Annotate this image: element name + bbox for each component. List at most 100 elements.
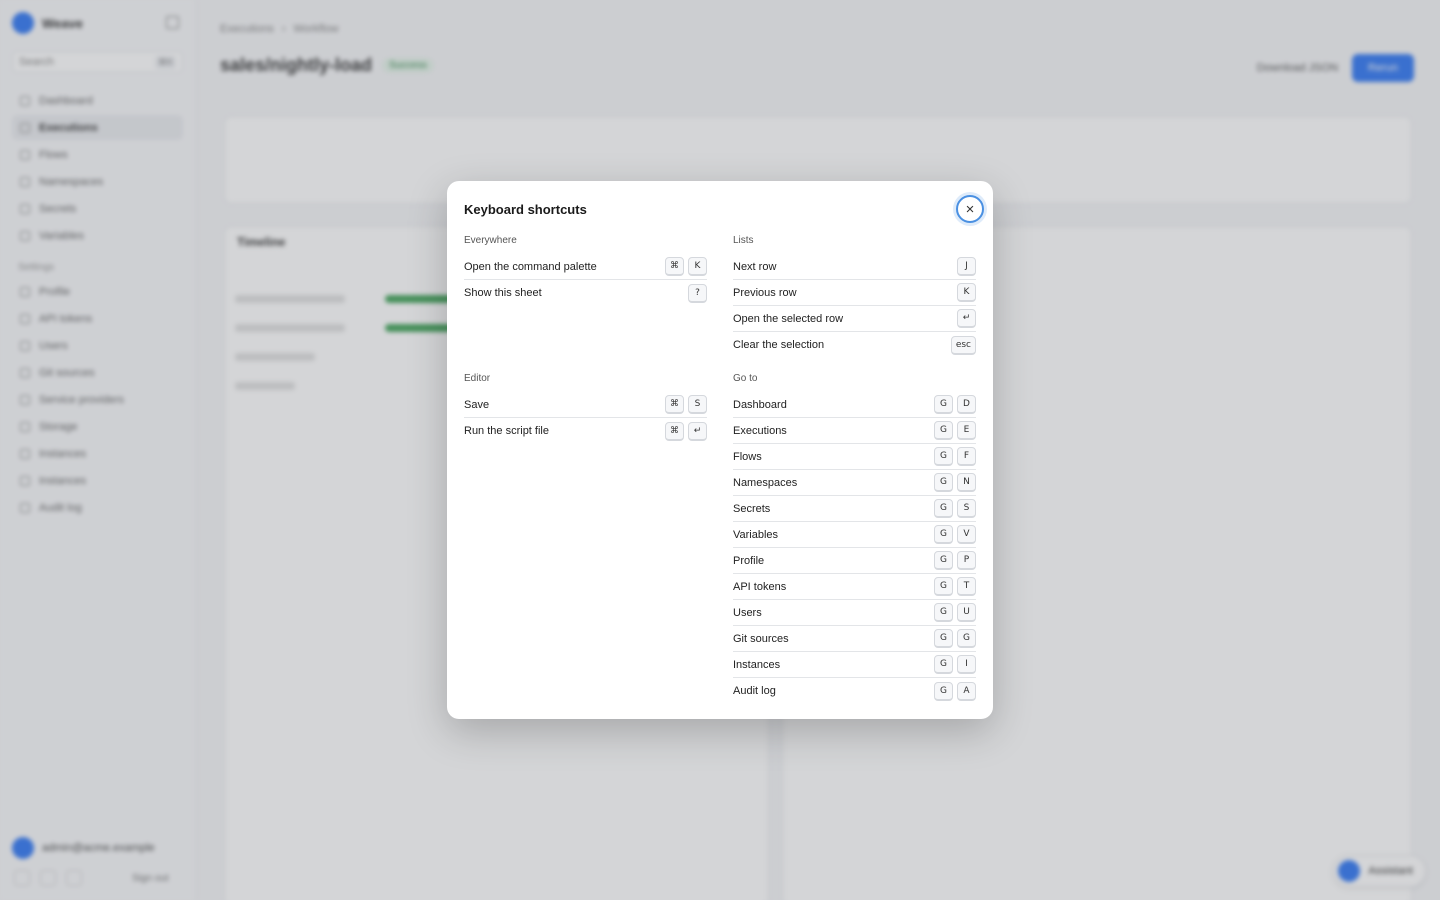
shortcut-row: Open the command palette ⌘ K bbox=[464, 254, 707, 280]
shortcut-group-lists: Lists Next row J Previous row K Open the s… bbox=[733, 235, 976, 358]
shortcut-keys: GF bbox=[934, 447, 976, 466]
group-title: Editor bbox=[464, 373, 491, 384]
key: U bbox=[957, 603, 976, 622]
group-title: Go to bbox=[733, 373, 758, 384]
escape-key: esc bbox=[950, 335, 976, 355]
shortcut-keys: GD bbox=[934, 395, 976, 414]
shortcut-row: Previous row K bbox=[733, 280, 976, 306]
shortcut-row: Executions G E bbox=[733, 418, 976, 444]
key: P bbox=[957, 551, 976, 570]
key: F bbox=[957, 447, 976, 466]
shortcut-keys: ⌘ S bbox=[665, 395, 707, 414]
shortcut-label: Secrets bbox=[733, 502, 771, 515]
shortcut-keys: GS bbox=[934, 499, 976, 518]
key: K bbox=[688, 257, 707, 276]
shortcut-label: Save bbox=[464, 398, 490, 411]
keyboard-shortcuts-dialog: Keyboard shortcuts × Everywhere Open the… bbox=[447, 181, 993, 719]
key: G bbox=[934, 499, 953, 518]
shortcut-label: Open the command palette bbox=[464, 260, 597, 273]
shortcut-row: Secrets G S bbox=[733, 496, 976, 522]
key: V bbox=[957, 525, 976, 544]
shortcut-label: API tokens bbox=[733, 580, 787, 593]
shortcut-row: Namespaces G N bbox=[733, 470, 976, 496]
key: E bbox=[957, 421, 976, 440]
shortcut-keys: ? bbox=[688, 283, 707, 303]
close-button[interactable]: × bbox=[956, 195, 984, 223]
key: G bbox=[934, 525, 953, 544]
dialog-title: Keyboard shortcuts bbox=[464, 202, 587, 217]
shortcut-label: Instances bbox=[733, 658, 781, 671]
shortcut-keys: K bbox=[957, 283, 976, 302]
key: S bbox=[688, 395, 707, 414]
shortcut-keys: GP bbox=[934, 551, 976, 570]
shortcut-row: Next row J bbox=[733, 254, 976, 280]
key: N bbox=[957, 473, 976, 492]
shortcut-label: Show this sheet bbox=[464, 287, 542, 299]
shortcut-label: Variables bbox=[733, 528, 779, 541]
shortcut-row: Profile G P bbox=[733, 548, 976, 574]
shortcut-row: Open the selected row ↵ bbox=[733, 306, 976, 332]
shortcut-label: Dashboard bbox=[733, 398, 787, 411]
command-key: ⌘ bbox=[665, 421, 684, 441]
shortcut-row: Flows G F bbox=[733, 444, 976, 470]
shortcut-label: Profile bbox=[733, 554, 765, 567]
shortcut-keys: GV bbox=[934, 525, 976, 544]
shortcut-row: Git sources G G bbox=[733, 626, 976, 652]
shortcut-keys: J bbox=[957, 257, 976, 276]
key: G bbox=[934, 577, 953, 596]
key: D bbox=[957, 395, 976, 414]
shortcut-label: Users bbox=[733, 606, 762, 619]
shortcut-keys: GA bbox=[934, 681, 976, 701]
shortcut-group-goto: Go to Dashboard G D Executions G E Flows G F N… bbox=[733, 373, 976, 704]
shortcut-keys: GN bbox=[934, 473, 976, 492]
shortcut-label: Next row bbox=[733, 260, 777, 273]
shortcut-row: Run the script file ⌘ ↵ bbox=[464, 418, 707, 444]
shortcut-label: Flows bbox=[733, 450, 762, 463]
shortcut-keys: GI bbox=[934, 655, 976, 674]
command-key: ⌘ bbox=[665, 257, 684, 276]
key: G bbox=[934, 395, 953, 414]
shortcut-label: Executions bbox=[733, 424, 787, 437]
shortcut-row: Variables G V bbox=[733, 522, 976, 548]
key: ? bbox=[688, 283, 707, 303]
shortcut-label: Git sources bbox=[733, 632, 789, 645]
shortcut-group-editor: Editor Save ⌘ S Run the script file ⌘ ↵ bbox=[464, 373, 707, 444]
key: J bbox=[957, 257, 976, 276]
shortcut-row: Dashboard G D bbox=[733, 392, 976, 418]
key: G bbox=[934, 421, 953, 440]
key: I bbox=[957, 655, 976, 674]
key: G bbox=[934, 447, 953, 466]
key: T bbox=[957, 577, 976, 596]
shortcut-row: API tokens G T bbox=[733, 574, 976, 600]
group-title: Everywhere bbox=[464, 235, 517, 246]
shortcut-row: Users G U bbox=[733, 600, 976, 626]
shortcut-label: Run the script file bbox=[464, 425, 549, 437]
shortcut-keys: GG bbox=[934, 629, 976, 648]
enter-key: ↵ bbox=[688, 421, 707, 441]
key: G bbox=[934, 655, 953, 674]
shortcut-keys: GE bbox=[934, 421, 976, 440]
shortcut-row: Audit log G A bbox=[733, 678, 976, 704]
key: K bbox=[957, 283, 976, 302]
close-icon: × bbox=[965, 200, 975, 218]
shortcut-keys: esc bbox=[950, 335, 976, 355]
shortcut-row: Clear the selection esc bbox=[733, 332, 976, 358]
shortcut-keys: GT bbox=[934, 577, 976, 596]
shortcut-label: Open the selected row bbox=[733, 312, 844, 325]
group-title: Lists bbox=[733, 235, 754, 246]
key: G bbox=[957, 629, 976, 648]
key: A bbox=[957, 681, 976, 701]
shortcut-label: Namespaces bbox=[733, 476, 798, 489]
key: G bbox=[934, 603, 953, 622]
key: G bbox=[934, 551, 953, 570]
shortcut-label: Audit log bbox=[733, 685, 776, 697]
shortcut-row: Show this sheet? bbox=[464, 280, 707, 306]
shortcut-row: Instances G I bbox=[733, 652, 976, 678]
shortcut-keys: ⌘ K bbox=[665, 257, 707, 276]
key: G bbox=[934, 473, 953, 492]
key: G bbox=[934, 681, 953, 701]
key: G bbox=[934, 629, 953, 648]
shortcut-group-everywhere: Everywhere Open the command palette ⌘ K Sh… bbox=[464, 235, 707, 306]
shortcut-keys: ↵ bbox=[957, 309, 976, 328]
command-key: ⌘ bbox=[665, 395, 684, 414]
